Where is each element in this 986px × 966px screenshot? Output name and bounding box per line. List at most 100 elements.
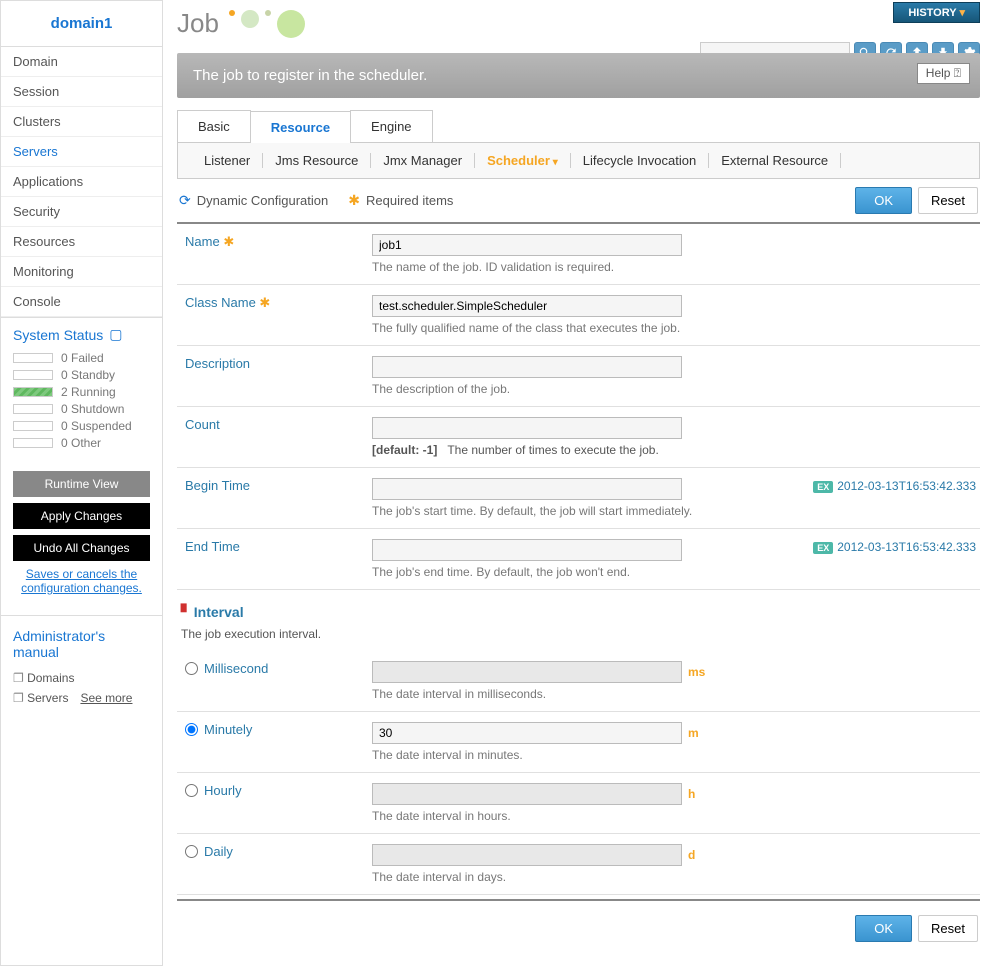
interval-unit: h: [688, 787, 695, 801]
dynamic-config-label: Dynamic Configuration: [197, 193, 329, 208]
interval-unit: ms: [688, 665, 705, 679]
classname-label: Class Name ✱: [177, 295, 372, 335]
begintime-label: Begin Time: [177, 478, 372, 518]
interval-row-millisecond: Millisecond ms The date interval in millis…: [177, 651, 980, 712]
subtab-jms-resource[interactable]: Jms Resource: [263, 153, 371, 168]
dot-icon: [277, 10, 305, 38]
apply-changes-button[interactable]: Apply Changes: [13, 503, 150, 529]
dot-icon: [265, 10, 271, 16]
count-default: [default: -1] The number of times to exe…: [372, 443, 980, 457]
interval-desc: The date interval in milliseconds.: [372, 687, 980, 701]
main-content: HISTORY Job The job to register in the s…: [163, 0, 986, 966]
interval-label-daily[interactable]: Daily: [177, 844, 372, 859]
interval-desc: The job execution interval.: [177, 625, 980, 651]
required-items-label: Required items: [366, 193, 453, 208]
reset-button-top[interactable]: Reset: [918, 187, 978, 214]
interval-row-hourly: Hourly h The date interval in hours.: [177, 773, 980, 834]
interval-unit: m: [688, 726, 699, 740]
interval-title: Interval: [181, 604, 976, 621]
nav-item-applications[interactable]: Applications: [1, 167, 162, 197]
system-status: System Status ▢ 0 Failed 0 Standby 2 Runni…: [1, 317, 162, 461]
interval-label-hourly[interactable]: Hourly: [177, 783, 372, 798]
undo-changes-button[interactable]: Undo All Changes: [13, 535, 150, 561]
begintime-input[interactable]: [372, 478, 682, 500]
dot-icon: [229, 10, 235, 16]
nav-item-security[interactable]: Security: [1, 197, 162, 227]
interval-heading: Interval: [177, 590, 980, 625]
description-desc: The description of the job.: [372, 382, 980, 396]
bottom-actions: OK Reset: [177, 901, 980, 956]
dot-icon: [241, 10, 259, 28]
name-label: Name ✱: [177, 234, 372, 274]
domain-link[interactable]: domain1: [51, 15, 113, 32]
page-title: Job: [177, 8, 219, 39]
system-status-title: System Status ▢: [13, 326, 150, 343]
nav-item-clusters[interactable]: Clusters: [1, 107, 162, 137]
nav-item-session[interactable]: Session: [1, 77, 162, 107]
status-row-shutdown: 0 Shutdown: [13, 402, 150, 416]
description-input[interactable]: [372, 356, 682, 378]
history-button[interactable]: HISTORY: [893, 2, 980, 23]
count-label: Count: [177, 417, 372, 457]
form-table: Name ✱ The name of the job. ID validatio…: [177, 224, 980, 590]
interval-row-daily: DailydThe date interval in days.: [177, 834, 980, 895]
nav-item-monitoring[interactable]: Monitoring: [1, 257, 162, 287]
begintime-desc: The job's start time. By default, the jo…: [372, 504, 813, 518]
nav-item-domain[interactable]: Domain: [1, 47, 162, 77]
nav-item-servers[interactable]: Servers: [1, 137, 162, 167]
interval-label-minutely[interactable]: Minutely: [177, 722, 372, 737]
subtabs: ListenerJms ResourceJmx ManagerScheduler…: [177, 143, 980, 179]
interval-input-daily[interactable]: [372, 844, 682, 866]
interval-input-minutely[interactable]: [372, 722, 682, 744]
help-button[interactable]: Help ⍰: [917, 63, 970, 84]
count-input[interactable]: [372, 417, 682, 439]
interval-label-millisecond[interactable]: Millisecond: [177, 661, 372, 676]
reset-button-bottom[interactable]: Reset: [918, 915, 978, 942]
admin-manual: Administrator's manual DomainsServersSee…: [1, 615, 162, 720]
sync-icon: ⟳: [179, 192, 191, 209]
status-row-standby: 0 Standby: [13, 368, 150, 382]
subtab-jmx-manager[interactable]: Jmx Manager: [371, 153, 475, 168]
ok-button-top[interactable]: OK: [855, 187, 912, 214]
monitor-icon: ▢: [109, 326, 122, 343]
domain-header: domain1: [1, 1, 162, 47]
interval-input-hourly[interactable]: [372, 783, 682, 805]
subtab-lifecycle-invocation[interactable]: Lifecycle Invocation: [571, 153, 709, 168]
page-banner: The job to register in the scheduler. He…: [177, 53, 980, 98]
status-row-suspended: 0 Suspended: [13, 419, 150, 433]
interval-input-millisecond[interactable]: [372, 661, 682, 683]
status-row-failed: 0 Failed: [13, 351, 150, 365]
interval-radio-hourly[interactable]: [185, 784, 198, 797]
name-input[interactable]: [372, 234, 682, 256]
sidebar: domain1 DomainSessionClustersServersAppl…: [0, 0, 163, 966]
subtab-external-resource[interactable]: External Resource: [709, 153, 841, 168]
classname-desc: The fully qualified name of the class th…: [372, 321, 980, 335]
config-hints: ⟳ Dynamic Configuration ✱ Required items…: [177, 179, 980, 224]
see-more-link[interactable]: See more: [80, 691, 132, 705]
manual-item-servers[interactable]: ServersSee more: [13, 688, 150, 708]
interval-desc: The date interval in minutes.: [372, 748, 980, 762]
tab-resource[interactable]: Resource: [250, 111, 351, 143]
interval-radio-daily[interactable]: [185, 845, 198, 858]
nav-item-resources[interactable]: Resources: [1, 227, 162, 257]
runtime-view-button[interactable]: Runtime View: [13, 471, 150, 497]
interval-radio-millisecond[interactable]: [185, 662, 198, 675]
endtime-input[interactable]: [372, 539, 682, 561]
ok-button-bottom[interactable]: OK: [855, 915, 912, 942]
tab-engine[interactable]: Engine: [350, 110, 432, 142]
interval-desc: The date interval in hours.: [372, 809, 980, 823]
manual-item-domains[interactable]: Domains: [13, 668, 150, 688]
name-desc: The name of the job. ID validation is re…: [372, 260, 980, 274]
interval-row-minutely: Minutely m The date interval in minutes.: [177, 712, 980, 773]
endtime-example: EX2012-03-13T16:53:42.333: [813, 539, 980, 579]
tab-basic[interactable]: Basic: [177, 110, 251, 142]
subtab-listener[interactable]: Listener: [192, 153, 263, 168]
begintime-example: EX2012-03-13T16:53:42.333: [813, 478, 980, 518]
nav-item-console[interactable]: Console: [1, 287, 162, 317]
subtab-scheduler[interactable]: Scheduler: [475, 153, 571, 168]
config-help-link[interactable]: Saves or cancels the configuration chang…: [13, 567, 150, 595]
status-row-running: 2 Running: [13, 385, 150, 399]
endtime-label: End Time: [177, 539, 372, 579]
interval-radio-minutely[interactable]: [185, 723, 198, 736]
classname-input[interactable]: [372, 295, 682, 317]
